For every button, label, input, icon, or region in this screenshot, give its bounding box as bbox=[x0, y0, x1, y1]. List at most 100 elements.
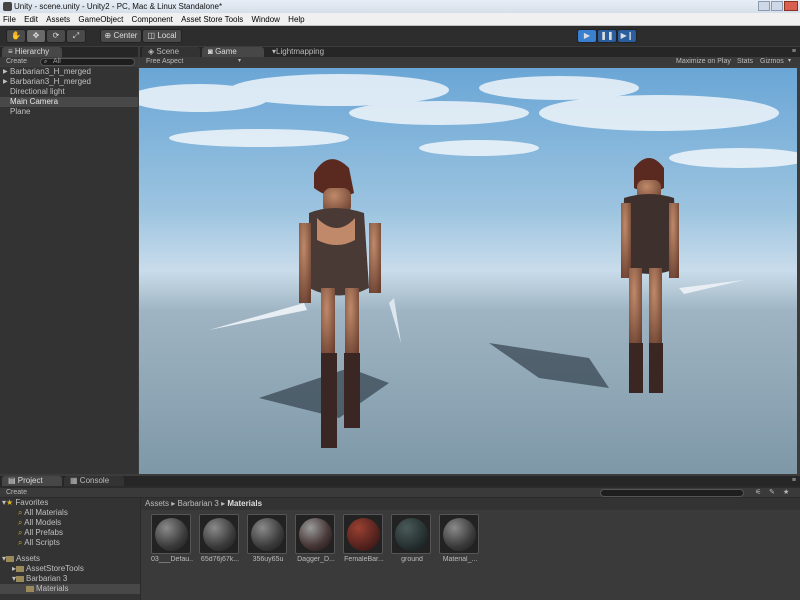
hierarchy-tab-icon: ≡ bbox=[8, 47, 13, 56]
tab-lightmapping[interactable]: ▾Lightmapping bbox=[266, 47, 346, 57]
material-sphere-icon bbox=[247, 514, 287, 554]
game-tab-icon: ◙ bbox=[208, 47, 213, 56]
step-button[interactable]: ▶❙ bbox=[617, 29, 637, 43]
material-sphere-icon bbox=[391, 514, 431, 554]
breadcrumb-item[interactable]: Barbarian 3 bbox=[178, 499, 219, 508]
material-thumbnail[interactable]: 65d76j67k... bbox=[199, 514, 241, 563]
view-tabbar: ◈ Scene ◙ Game ▾Lightmapping ≡ bbox=[140, 47, 800, 57]
breadcrumb: Assets ▸ Barbarian 3 ▸ Materials bbox=[141, 498, 800, 510]
star-filter-icon[interactable]: ★ bbox=[783, 488, 789, 497]
expand-arrow-icon[interactable]: ▶ bbox=[3, 67, 8, 77]
tab-hierarchy[interactable]: ≡ Hierarchy bbox=[2, 47, 62, 57]
folder-icon bbox=[16, 565, 25, 572]
material-sphere-icon bbox=[295, 514, 335, 554]
search-icon: ⌕ bbox=[44, 59, 48, 65]
tab-scene[interactable]: ◈ Scene bbox=[142, 47, 200, 57]
hierarchy-search-input[interactable]: ⌕ All bbox=[40, 58, 135, 66]
search-icon: ⌕ bbox=[18, 508, 23, 517]
gizmos-dropdown[interactable]: Gizmos bbox=[760, 57, 784, 66]
hierarchy-subbar: Create ⌕ All bbox=[0, 57, 138, 66]
star-icon: ★ bbox=[6, 498, 14, 507]
menu-window[interactable]: Window bbox=[248, 13, 282, 26]
favorite-item[interactable]: ⌕ All Prefabs bbox=[0, 528, 140, 538]
tab-project[interactable]: ▤ Project bbox=[2, 476, 62, 486]
rotate-tool-icon[interactable]: ⟳ bbox=[46, 29, 66, 43]
panel-menu-icon[interactable]: ≡ bbox=[792, 476, 796, 486]
pause-button[interactable]: ❚❚ bbox=[597, 29, 617, 43]
game-viewport[interactable] bbox=[139, 68, 797, 474]
tab-console[interactable]: ▦ Console bbox=[64, 476, 124, 486]
window-controls[interactable] bbox=[758, 1, 798, 12]
stats-toggle[interactable]: Stats bbox=[737, 57, 753, 66]
hand-tool-icon[interactable]: ✋ bbox=[6, 29, 26, 43]
minimize-icon[interactable] bbox=[758, 1, 770, 11]
menu-edit[interactable]: Edit bbox=[21, 13, 41, 26]
folder-icon bbox=[6, 555, 15, 562]
game-render-image bbox=[139, 68, 797, 474]
menu-asset-store-tools[interactable]: Asset Store Tools bbox=[178, 13, 246, 26]
hierarchy-create-button[interactable]: Create bbox=[6, 57, 27, 66]
hierarchy-item[interactable]: Main Camera bbox=[0, 97, 138, 107]
favorite-item[interactable]: ⌕ All Materials bbox=[0, 508, 140, 518]
scale-tool-icon[interactable]: ⤢ bbox=[66, 29, 86, 43]
project-search-input[interactable] bbox=[600, 489, 744, 497]
material-thumbnail[interactable]: Material_... bbox=[439, 514, 481, 563]
folder-item-selected[interactable]: Materials bbox=[0, 584, 140, 594]
menu-help[interactable]: Help bbox=[285, 13, 307, 26]
menu-gameobject[interactable]: GameObject bbox=[75, 13, 126, 26]
favorite-item[interactable]: ⌕ All Models bbox=[0, 518, 140, 528]
expand-arrow-icon[interactable]: ▶ bbox=[3, 77, 8, 87]
project-create-button[interactable]: Create bbox=[6, 488, 27, 497]
main-toolbar: ✋ ✥ ⟳ ⤢ ⊕ Center ◫ Local ▶ ❚❚ ▶❙ bbox=[0, 26, 800, 46]
filter-label-icon[interactable]: ✎ bbox=[769, 488, 775, 497]
hierarchy-item[interactable]: ▶ Barbarian3_H_merged bbox=[0, 67, 138, 77]
material-sphere-icon bbox=[439, 514, 479, 554]
aspect-dropdown[interactable]: Free Aspect bbox=[146, 57, 183, 66]
breadcrumb-item[interactable]: Assets bbox=[145, 499, 169, 508]
hierarchy-item[interactable]: Plane bbox=[0, 107, 138, 117]
material-sphere-icon bbox=[151, 514, 191, 554]
menu-assets[interactable]: Assets bbox=[43, 13, 73, 26]
material-sphere-icon bbox=[343, 514, 383, 554]
play-button[interactable]: ▶ bbox=[577, 29, 597, 43]
console-tab-icon: ▦ bbox=[70, 476, 78, 485]
search-icon: ⌕ bbox=[18, 528, 23, 537]
bottom-panel: ▤ Project ▦ Console ≡ Create ⚟ ✎ ★ ▾★ Fa… bbox=[0, 476, 800, 600]
menu-component[interactable]: Component bbox=[129, 13, 176, 26]
panel-menu-icon[interactable]: ≡ bbox=[792, 47, 796, 57]
hierarchy-tabbar: ≡ Hierarchy bbox=[0, 47, 138, 57]
search-icon: ⌕ bbox=[18, 518, 23, 527]
chevron-down-icon: ▾ bbox=[238, 58, 242, 64]
material-thumbnail[interactable]: FemaleBar... bbox=[343, 514, 385, 563]
favorite-item[interactable]: ⌕ All Scripts bbox=[0, 538, 140, 548]
local-icon: ◫ bbox=[147, 31, 156, 40]
material-thumbnail[interactable]: 356uy65u bbox=[247, 514, 289, 563]
filter-type-icon[interactable]: ⚟ bbox=[755, 488, 761, 497]
hierarchy-item[interactable]: Directional light bbox=[0, 87, 138, 97]
chevron-down-icon: ▾ bbox=[788, 58, 792, 64]
window-titlebar: Unity - scene.unity - Unity2 - PC, Mac &… bbox=[0, 0, 800, 13]
favorites-header[interactable]: ▾★ Favorites bbox=[0, 498, 140, 508]
material-thumbnail[interactable]: 03___Defau... bbox=[151, 514, 193, 563]
assets-header[interactable]: ▾ Assets bbox=[0, 554, 140, 564]
asset-grid: Assets ▸ Barbarian 3 ▸ Materials 03___De… bbox=[141, 498, 800, 600]
material-thumbnail[interactable]: ground bbox=[391, 514, 433, 563]
move-tool-icon[interactable]: ✥ bbox=[26, 29, 46, 43]
material-sphere-icon bbox=[199, 514, 239, 554]
folder-item[interactable]: ▸ AssetStoreTools bbox=[0, 564, 140, 574]
tab-game[interactable]: ◙ Game bbox=[202, 47, 264, 57]
menu-file[interactable]: File bbox=[0, 13, 19, 26]
game-view-toolbar: Free Aspect ▾ Maximize on Play Stats Giz… bbox=[140, 57, 800, 66]
menu-bar: File Edit Assets GameObject Component As… bbox=[0, 13, 800, 26]
project-toolbar: Create ⚟ ✎ ★ bbox=[0, 488, 800, 497]
material-thumbnail[interactable]: Dagger_D... bbox=[295, 514, 337, 563]
close-icon[interactable] bbox=[784, 1, 798, 11]
hierarchy-item[interactable]: ▶ Barbarian3_H_merged bbox=[0, 77, 138, 87]
folder-item[interactable]: ▾ Barbarian 3 bbox=[0, 574, 140, 584]
project-tab-icon: ▤ bbox=[8, 476, 16, 485]
maximize-on-play-toggle[interactable]: Maximize on Play bbox=[676, 57, 731, 66]
pivot-center-button[interactable]: ⊕ Center bbox=[100, 29, 142, 43]
maximize-icon[interactable] bbox=[771, 1, 783, 11]
breadcrumb-item[interactable]: Materials bbox=[227, 499, 262, 508]
space-local-button[interactable]: ◫ Local bbox=[142, 29, 182, 43]
